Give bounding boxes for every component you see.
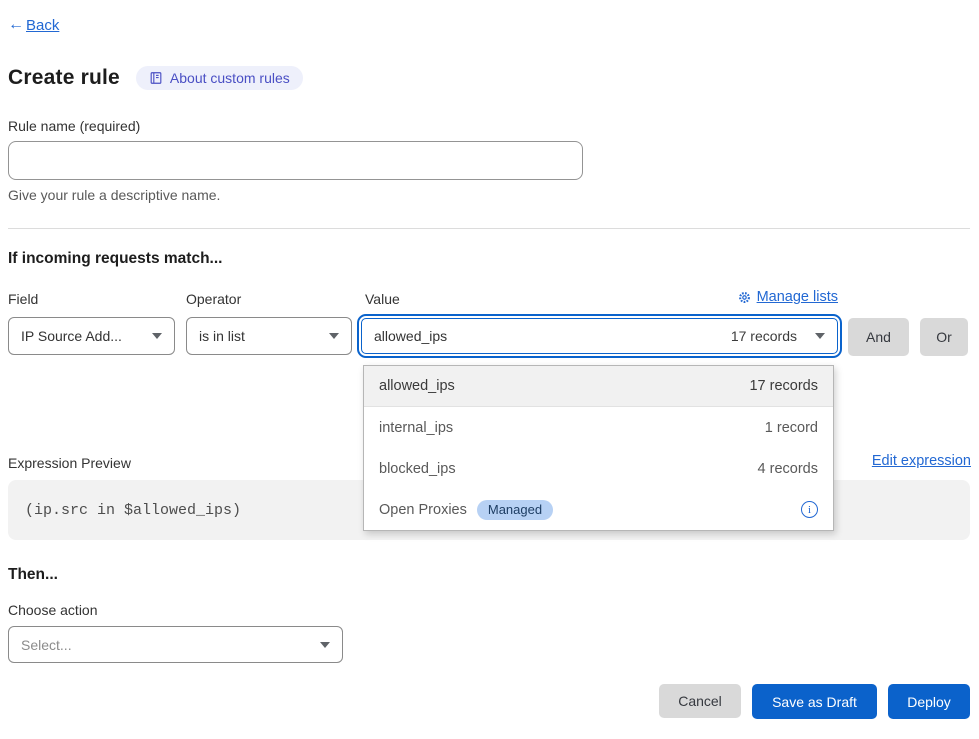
create-rule-page: ←Back Create rule About custom rules Rul…	[0, 0, 979, 739]
operator-select-value: is in list	[199, 328, 245, 344]
about-custom-rules-link[interactable]: About custom rules	[136, 66, 303, 90]
expression-code: (ip.src in $allowed_ips)	[25, 502, 241, 519]
manage-lists-link[interactable]: Manage lists	[738, 289, 838, 305]
rule-name-label: Rule name (required)	[8, 118, 140, 134]
choose-action-label: Choose action	[8, 602, 98, 618]
operator-select[interactable]: is in list	[186, 317, 352, 355]
managed-badge: Managed	[477, 500, 553, 520]
title-row: Create rule About custom rules	[8, 66, 303, 90]
value-dropdown-panel: allowed_ips 17 records internal_ips 1 re…	[363, 365, 834, 531]
dropdown-item-internal-ips[interactable]: internal_ips 1 record	[364, 407, 833, 448]
value-select-value: allowed_ips	[374, 328, 447, 344]
rule-name-input[interactable]	[8, 141, 583, 180]
list-name: blocked_ips	[379, 461, 456, 477]
about-badge-label: About custom rules	[170, 70, 290, 86]
deploy-button[interactable]: Deploy	[888, 684, 970, 719]
or-button[interactable]: Or	[920, 318, 968, 356]
field-select-value: IP Source Add...	[21, 328, 122, 344]
field-label: Field	[8, 291, 38, 307]
rule-name-helper: Give your rule a descriptive name.	[8, 187, 220, 203]
and-button[interactable]: And	[848, 318, 909, 356]
value-label: Value	[365, 291, 400, 307]
expression-preview-label: Expression Preview	[8, 455, 131, 471]
book-icon	[149, 71, 163, 85]
page-title: Create rule	[8, 66, 120, 90]
gear-icon	[738, 291, 751, 304]
back-label: Back	[26, 17, 59, 34]
section-divider	[8, 228, 970, 229]
action-select[interactable]: Select...	[8, 626, 343, 663]
value-select[interactable]: allowed_ips 17 records	[357, 314, 842, 358]
back-link[interactable]: ←Back	[8, 16, 59, 34]
dropdown-item-blocked-ips[interactable]: blocked_ips 4 records	[364, 448, 833, 489]
value-select-records: 17 records	[731, 328, 797, 344]
dropdown-item-open-proxies[interactable]: Open Proxies Managed i	[364, 489, 833, 530]
then-heading: Then...	[8, 566, 58, 584]
back-arrow-icon: ←	[8, 16, 24, 34]
list-name: Open Proxies	[379, 502, 467, 518]
list-records: 4 records	[758, 461, 818, 477]
list-records: 1 record	[765, 420, 818, 436]
value-select-inner: allowed_ips 17 records	[361, 318, 838, 354]
edit-expression-link[interactable]: Edit expression	[872, 453, 971, 469]
list-name: internal_ips	[379, 420, 453, 436]
chevron-down-icon	[329, 333, 339, 339]
dropdown-item-allowed-ips[interactable]: allowed_ips 17 records	[364, 366, 833, 407]
manage-lists-label: Manage lists	[757, 289, 838, 305]
chevron-down-icon	[320, 642, 330, 648]
list-name: allowed_ips	[379, 378, 455, 394]
list-records: 17 records	[749, 378, 818, 394]
chevron-down-icon	[815, 333, 825, 339]
footer-actions: Cancel Save as Draft Deploy	[0, 684, 970, 719]
action-select-placeholder: Select...	[21, 637, 72, 653]
info-icon[interactable]: i	[801, 501, 818, 518]
match-section-heading: If incoming requests match...	[8, 250, 222, 268]
save-as-draft-button[interactable]: Save as Draft	[752, 684, 877, 719]
operator-label: Operator	[186, 291, 241, 307]
field-select[interactable]: IP Source Add...	[8, 317, 175, 355]
chevron-down-icon	[152, 333, 162, 339]
cancel-button[interactable]: Cancel	[659, 684, 741, 718]
